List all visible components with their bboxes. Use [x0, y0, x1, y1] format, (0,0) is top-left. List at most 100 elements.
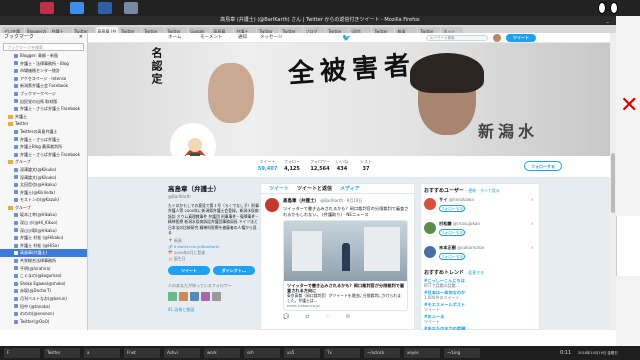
bookmark-search-input[interactable]: ブックマークを検索 — [3, 43, 84, 51]
url-text[interactable]: it.twitter.ne.jp/BarlKarth — [174, 244, 220, 249]
taskbar-item[interactable]: ~/xclock — [364, 348, 400, 358]
desktop-red-icon[interactable] — [40, 2, 54, 14]
nav-moments[interactable]: モーメント — [200, 33, 222, 43]
desktop-ship-icon[interactable] — [124, 2, 138, 14]
bookmark-item[interactable]: Twitter(@OoO) — [0, 318, 87, 326]
close-icon[interactable]: × — [79, 33, 83, 42]
scrollbar-thumb[interactable] — [611, 153, 615, 213]
taskbar-item[interactable]: F — [4, 348, 40, 358]
link-card[interactable]: ツイッターで書き込みされるかも？岡口裁判官が分限裁判で審査される方向に 東京高裁… — [283, 220, 408, 312]
tab-tweets[interactable]: ツイート — [269, 184, 289, 193]
dismiss-icon[interactable]: × — [531, 197, 534, 202]
dismiss-icon[interactable]: × — [531, 221, 534, 226]
bookmark-item[interactable]: アクセスページ - Intenso — [0, 75, 87, 83]
bookmark-item[interactable]: 深山沙耶(@Hikaku) — [0, 227, 87, 235]
follower-avatar[interactable] — [179, 292, 188, 302]
bookmark-item[interactable]: 弁護士 — [0, 113, 87, 121]
tab-tweets-replies[interactable]: ツイートと返信 — [297, 184, 332, 193]
follower-avatar[interactable] — [168, 292, 177, 302]
user-avatar[interactable] — [424, 198, 436, 210]
bookmark-item[interactable]: 深澤論文(@Kikuko) — [0, 166, 87, 174]
nav-messages[interactable]: メッセージ — [260, 33, 282, 43]
followers-you-know[interactable]: 人のあなたが知っているフォロワー — [168, 283, 260, 289]
bookmark-item[interactable]: 月刊ベルトなお(@berun) — [0, 295, 87, 303]
taskbar-item[interactable]: xa5 — [284, 348, 320, 358]
stat-4[interactable]: リスト 37 — [360, 159, 372, 172]
taskbar-item[interactable]: a — [84, 348, 120, 358]
taskbar-item[interactable]: Fnet — [124, 348, 160, 358]
stat-3[interactable]: いいね 434 — [336, 159, 348, 172]
profile-tweet-button[interactable]: ツイート — [168, 266, 210, 276]
taskbar-item[interactable]: xeyes — [404, 348, 440, 358]
media-link[interactable]: 81 画像と動画 — [168, 307, 260, 313]
user-display-name[interactable]: サイ — [439, 197, 447, 202]
bookmark-item[interactable]: 弁護士 村松 (@HiSa) — [0, 242, 87, 250]
bookmark-item[interactable]: ブックマークページ — [0, 90, 87, 98]
nav-home[interactable]: ホーム — [168, 33, 181, 43]
bookmark-item[interactable]: 深澤論文(@Kikuko) — [0, 174, 87, 182]
trend-tag[interactable]: #モエスメールポスト — [424, 302, 536, 307]
dismiss-icon[interactable]: × — [531, 245, 534, 250]
stat-2[interactable]: フォロワー 12,564 — [310, 159, 330, 172]
taskbar-item[interactable]: ssh — [244, 348, 280, 358]
bookmark-item[interactable]: Twitterの高島弁護士 — [0, 128, 87, 136]
bookmark-item[interactable]: 弁護士 村松 (@Hikaku) — [0, 234, 87, 242]
bookmark-item[interactable]: Shoko Egawa(@shoko) — [0, 280, 87, 288]
bookmark-item[interactable]: モストンの(@Kazuk) — [0, 196, 87, 204]
bookmark-item[interactable]: ののの(@ononon) — [0, 310, 87, 318]
follow-button[interactable]: フォローする — [524, 161, 562, 171]
retweet-icon[interactable]: ⇄ — [305, 314, 309, 320]
tweet-author[interactable]: 高島章（弁護士） — [283, 199, 319, 204]
desktop-folder-icon[interactable] — [70, 2, 84, 14]
desktop-app-icon[interactable] — [98, 2, 112, 14]
nav-notifications[interactable]: 通知 — [238, 33, 247, 43]
suggested-user[interactable]: 村松謙 @masujokan フォローする × — [424, 221, 536, 242]
trend-tag[interactable]: #あなたの全力の笑顔 — [424, 326, 536, 330]
tweet-button[interactable]: ツイート — [506, 34, 536, 42]
bookmark-item[interactable]: 平明(@hirahira) — [0, 265, 87, 273]
dm-icon[interactable]: ✉ — [346, 314, 350, 320]
bookmark-item[interactable]: 弁護士・さらば弁護士 Facebook — [0, 151, 87, 159]
trend-tag[interactable]: #おふーる — [424, 314, 536, 319]
reply-icon[interactable]: 💬 — [283, 314, 289, 320]
user-name[interactable]: サイ @hosokawa — [439, 197, 536, 203]
bookmark-item[interactable]: 弁護士(@Kiklinda) — [0, 189, 87, 197]
user-follow-button[interactable]: フォローする — [439, 229, 465, 236]
bookmark-item[interactable]: 太田哲也(@Hikaku) — [0, 181, 87, 189]
bookmark-item[interactable]: 市場価格センター統計 — [0, 67, 87, 75]
user-avatar[interactable] — [424, 246, 436, 258]
taskbar-item[interactable]: work — [204, 348, 240, 358]
bookmark-item[interactable]: 弁護士・さらば弁護士 Facebook — [0, 105, 87, 113]
user-display-name[interactable]: 末本正樹 — [439, 245, 456, 250]
twitter-search-input[interactable]: キーワード検索 — [426, 35, 488, 41]
twitter-bird-icon[interactable]: 🐦 — [342, 34, 351, 42]
taskbar-item[interactable]: ~/Ling — [444, 348, 480, 358]
bookmark-item[interactable]: Blogger: 青柳・新島 — [0, 52, 87, 60]
refresh-link[interactable]: · 更新 · すべて見る — [466, 188, 500, 193]
bookmark-item[interactable]: Twitter — [0, 120, 87, 128]
follower-avatar[interactable] — [201, 292, 210, 302]
trend-item[interactable]: #おふーる ツイート — [424, 314, 536, 324]
direct-message-button[interactable]: ダイレクト... — [213, 266, 255, 276]
taskbar-item[interactable]: Tx — [324, 348, 360, 358]
bookmark-item[interactable]: こぐまの(@kogumao) — [0, 272, 87, 280]
bookmark-item[interactable]: 共栄総合法律事務所 — [0, 257, 87, 265]
bookmark-item[interactable]: 赤坂(@DoctorT) — [0, 287, 87, 295]
bookmark-item[interactable]: 深山 沙(@Hi_Kikuo) — [0, 219, 87, 227]
user-name[interactable]: 末本正樹 @sakamotoe — [439, 245, 536, 251]
user-display-name[interactable]: 村松謙 — [439, 221, 452, 226]
bookmark-item[interactable]: 自民党の出馬 取材版 — [0, 98, 87, 106]
bookmark-item[interactable]: 高島章(弁護士) — [0, 249, 87, 258]
trend-item[interactable]: #こっしーこんにちは BTTで話題の話題... — [424, 278, 536, 288]
bookmark-item[interactable]: 田中 (@tanaka) — [0, 303, 87, 311]
user-name[interactable]: 村松謙 @masujokan — [439, 221, 536, 227]
trends-change-link[interactable]: · 変更する — [466, 270, 485, 275]
bookmark-item[interactable]: 新潟県弁護士会 Facebook — [0, 82, 87, 90]
suggested-user[interactable]: サイ @hosokawa フォローする × — [424, 197, 536, 218]
bookmark-item[interactable]: 弁護士・さらば弁護士 — [0, 136, 87, 144]
trend-item[interactable]: #モエスメールポスト ツイート — [424, 302, 536, 312]
bookmark-item[interactable]: 弁護士Blog 最高裁判所 — [0, 143, 87, 151]
tweet[interactable]: 高島章（弁護士） @BarlKarth · 9月19日 ツイッターで書き込みされ… — [261, 194, 414, 320]
trend-item[interactable]: #日本は一体何なのか 1,000件のツイート — [424, 290, 536, 300]
suggested-user[interactable]: 末本正樹 @sakamotoe フォローする × — [424, 245, 536, 266]
